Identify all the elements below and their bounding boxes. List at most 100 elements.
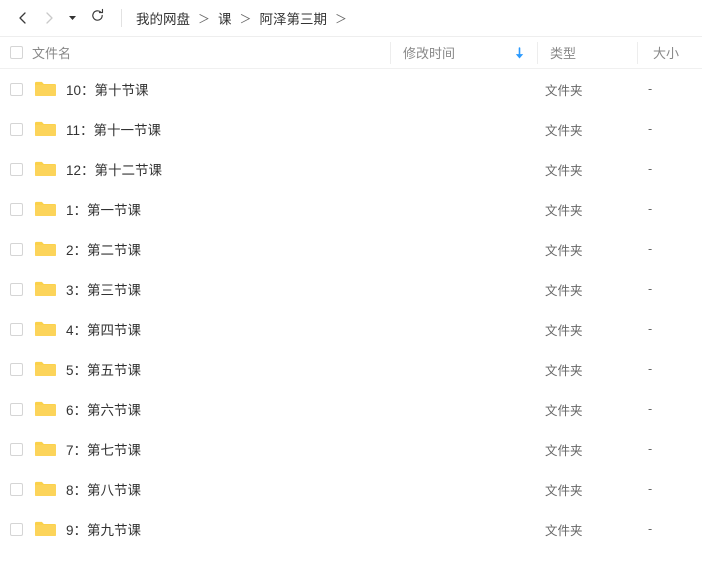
row-type-cell: 文件夹 xyxy=(537,280,637,299)
row-name-cell: 10：第十节课 xyxy=(32,79,390,99)
select-all-cell xyxy=(0,46,32,59)
row-select-cell xyxy=(0,123,32,136)
row-select-cell xyxy=(0,523,32,536)
row-type-label: 文件夹 xyxy=(545,280,583,299)
table-row[interactable]: 9：第九节课 文件夹 - xyxy=(0,509,702,549)
row-name-cell: 1：第一节课 xyxy=(32,199,390,219)
refresh-button[interactable] xyxy=(84,5,110,31)
table-row[interactable]: 3：第三节课 文件夹 - xyxy=(0,269,702,309)
row-file-name[interactable]: 4：第四节课 xyxy=(66,319,141,339)
column-header-modified[interactable]: 修改时间 xyxy=(390,42,537,64)
row-name-cell: 12：第十二节课 xyxy=(32,159,390,179)
row-checkbox[interactable] xyxy=(10,123,23,136)
row-file-name[interactable]: 12：第十二节课 xyxy=(66,159,162,179)
table-row[interactable]: 2：第二节课 文件夹 - xyxy=(0,229,702,269)
folder-icon xyxy=(34,400,56,418)
breadcrumb-item-1[interactable]: 课 xyxy=(217,8,233,28)
row-type-label: 文件夹 xyxy=(545,80,583,99)
table-row[interactable]: 4：第四节课 文件夹 - xyxy=(0,309,702,349)
row-file-name[interactable]: 9：第九节课 xyxy=(66,519,141,539)
row-checkbox[interactable] xyxy=(10,203,23,216)
row-type-cell: 文件夹 xyxy=(537,80,637,99)
breadcrumb-separator: ＞ xyxy=(240,10,252,27)
back-button[interactable] xyxy=(10,5,36,31)
row-type-label: 文件夹 xyxy=(545,480,583,499)
row-select-cell xyxy=(0,83,32,96)
row-checkbox[interactable] xyxy=(10,323,23,336)
row-type-cell: 文件夹 xyxy=(537,400,637,419)
folder-icon xyxy=(34,320,56,338)
chevron-left-icon xyxy=(16,11,30,25)
folder-icon xyxy=(34,240,56,258)
row-name-cell: 3：第三节课 xyxy=(32,279,390,299)
row-name-cell: 4：第四节课 xyxy=(32,319,390,339)
row-select-cell xyxy=(0,363,32,376)
row-file-name[interactable]: 5：第五节课 xyxy=(66,359,141,379)
column-header-size[interactable]: 大小 xyxy=(637,42,702,64)
row-type-cell: 文件夹 xyxy=(537,200,637,219)
folder-icon xyxy=(34,480,56,498)
row-size-cell: - xyxy=(637,482,702,496)
row-file-name[interactable]: 6：第六节课 xyxy=(66,399,141,419)
column-header-size-label: 大小 xyxy=(653,43,679,62)
folder-icon xyxy=(34,200,56,218)
row-size-label: - xyxy=(648,242,652,256)
row-checkbox[interactable] xyxy=(10,523,23,536)
row-checkbox[interactable] xyxy=(10,443,23,456)
row-size-label: - xyxy=(648,482,652,496)
breadcrumb: 我的网盘 ＞ 课 ＞ 阿泽第三期 ＞ xyxy=(135,8,354,28)
row-checkbox[interactable] xyxy=(10,403,23,416)
row-type-label: 文件夹 xyxy=(545,520,583,539)
table-row[interactable]: 5：第五节课 文件夹 - xyxy=(0,349,702,389)
row-checkbox[interactable] xyxy=(10,163,23,176)
row-size-label: - xyxy=(648,442,652,456)
row-checkbox[interactable] xyxy=(10,363,23,376)
table-row[interactable]: 12：第十二节课 文件夹 - xyxy=(0,149,702,189)
table-row[interactable]: 7：第七节课 文件夹 - xyxy=(0,429,702,469)
row-size-cell: - xyxy=(637,322,702,336)
history-dropdown-button[interactable] xyxy=(62,5,82,31)
row-select-cell xyxy=(0,163,32,176)
row-checkbox[interactable] xyxy=(10,283,23,296)
table-row[interactable]: 10：第十节课 文件夹 - xyxy=(0,69,702,109)
column-header-type-label: 类型 xyxy=(550,43,576,62)
file-list-table: 文件名 修改时间 类型 大小 xyxy=(0,37,702,549)
row-size-label: - xyxy=(648,522,652,536)
row-size-label: - xyxy=(648,82,652,96)
row-file-name[interactable]: 11：第十一节课 xyxy=(66,119,161,139)
breadcrumb-item-current[interactable]: 阿泽第三期 xyxy=(259,8,329,28)
row-checkbox[interactable] xyxy=(10,483,23,496)
select-all-checkbox[interactable] xyxy=(10,46,23,59)
row-size-cell: - xyxy=(637,402,702,416)
row-size-label: - xyxy=(648,122,652,136)
row-checkbox[interactable] xyxy=(10,83,23,96)
row-file-name[interactable]: 3：第三节课 xyxy=(66,279,141,299)
arrow-down-icon[interactable] xyxy=(514,46,525,59)
row-file-name[interactable]: 10：第十节课 xyxy=(66,79,149,99)
row-select-cell xyxy=(0,323,32,336)
row-type-cell: 文件夹 xyxy=(537,520,637,539)
column-header-type[interactable]: 类型 xyxy=(537,42,637,64)
column-header-name[interactable]: 文件名 xyxy=(32,43,390,62)
table-row[interactable]: 8：第八节课 文件夹 - xyxy=(0,469,702,509)
table-row[interactable]: 11：第十一节课 文件夹 - xyxy=(0,109,702,149)
row-type-label: 文件夹 xyxy=(545,120,583,139)
row-file-name[interactable]: 8：第八节课 xyxy=(66,479,141,499)
row-size-cell: - xyxy=(637,362,702,376)
breadcrumb-item-root[interactable]: 我的网盘 xyxy=(135,8,191,28)
row-file-name[interactable]: 2：第二节课 xyxy=(66,239,141,259)
row-type-cell: 文件夹 xyxy=(537,360,637,379)
row-file-name[interactable]: 1：第一节课 xyxy=(66,199,141,219)
table-row[interactable]: 1：第一节课 文件夹 - xyxy=(0,189,702,229)
row-size-cell: - xyxy=(637,162,702,176)
row-size-label: - xyxy=(648,402,652,416)
table-row[interactable]: 6：第六节课 文件夹 - xyxy=(0,389,702,429)
row-checkbox[interactable] xyxy=(10,243,23,256)
row-type-label: 文件夹 xyxy=(545,440,583,459)
row-file-name[interactable]: 7：第七节课 xyxy=(66,439,141,459)
row-name-cell: 6：第六节课 xyxy=(32,399,390,419)
row-size-label: - xyxy=(648,362,652,376)
row-type-label: 文件夹 xyxy=(545,360,583,379)
column-header-modified-label: 修改时间 xyxy=(403,43,455,62)
forward-button[interactable] xyxy=(36,5,62,31)
